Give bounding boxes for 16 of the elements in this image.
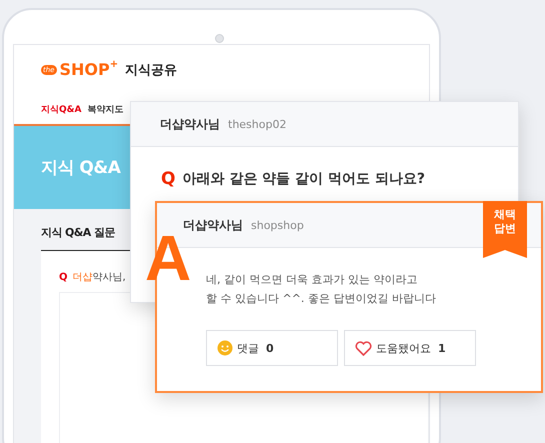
nav-tab[interactable]: 지식Q&A [41,102,82,116]
site-title: 지식공유 [125,62,178,79]
question-text: 아래와 같은 약들 같이 먹어도 되나요? [182,170,425,188]
author-name: 더샵약사님 [160,116,220,132]
question-preview-text: Q 더샵약사님, [59,272,126,283]
brand-logo: SHOP$^{+}$ [60,60,118,80]
comment-button[interactable]: 댓글 0 [206,330,338,366]
question-marker: Q [161,169,176,189]
chosen-answer-ribbon: 채택 답변 [483,201,527,258]
smiley-icon [217,340,233,356]
heart-icon [355,340,372,356]
user-id: theshop02 [228,118,286,130]
answer-text: 네, 같이 먹으면 더욱 효과가 있는 약이라고 할 수 있습니다 ^^. 좋은 답변이었길 바랍니다 [206,272,437,307]
banner-title: 지식 Q&A [41,156,120,179]
helpful-button[interactable]: 도움됐어요 1 [344,330,476,366]
nav-tab[interactable]: 복약지도 [87,102,124,116]
